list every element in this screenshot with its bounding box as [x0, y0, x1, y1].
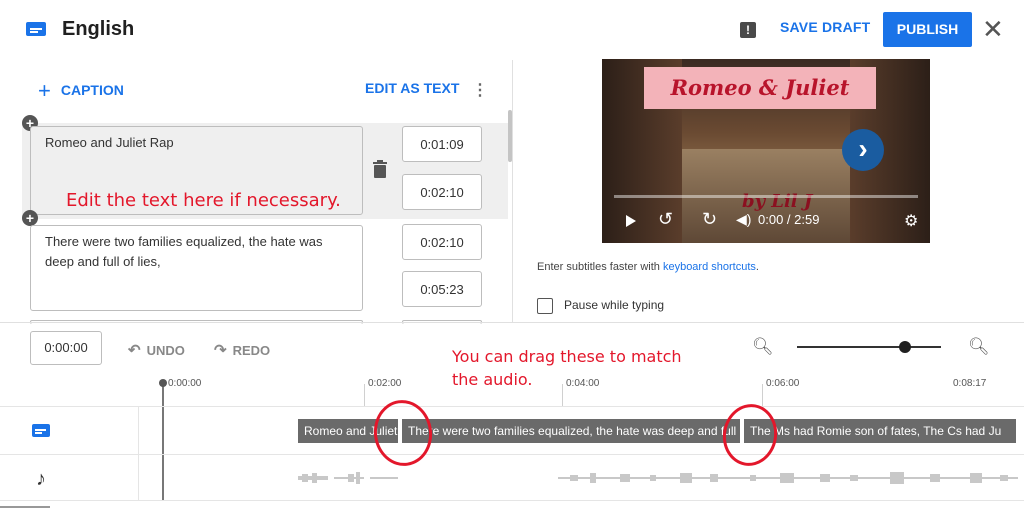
caption-segment[interactable]: The Ms had Romie son of fates, The Cs ha…: [744, 419, 1016, 443]
zoom-out-icon[interactable]: 🔍︎: [752, 337, 774, 357]
next-arrow-icon: ›: [842, 129, 884, 171]
zoom-slider-track[interactable]: [797, 346, 941, 348]
ruler-label: 0:04:00: [566, 378, 600, 389]
timeline-divider: [0, 322, 1024, 323]
ruler-label: 0:00:00: [168, 378, 202, 389]
current-time-input[interactable]: 0:00:00: [30, 331, 102, 365]
close-icon[interactable]: ✕: [982, 14, 1004, 44]
fast-forward-icon[interactable]: ↻: [702, 209, 717, 230]
feedback-icon[interactable]: !: [740, 22, 756, 38]
caption-text-field[interactable]: There were two families equalized, the h…: [30, 225, 363, 311]
video-title-card: Romeo & Juliet: [644, 67, 876, 109]
redo-button[interactable]: ↷ REDO: [214, 341, 270, 359]
ruler-tick: [562, 384, 563, 406]
scroll-indicator: [0, 506, 50, 508]
add-caption-button[interactable]: + CAPTION: [38, 78, 124, 104]
gear-icon[interactable]: ⚙: [904, 211, 918, 231]
more-options-icon[interactable]: ⋮: [472, 80, 488, 100]
playhead-handle[interactable]: [159, 379, 167, 387]
volume-icon[interactable]: ◀): [736, 211, 751, 228]
subtitles-icon: [26, 22, 46, 36]
ruler-tick: [364, 384, 365, 406]
publish-button[interactable]: PUBLISH: [883, 12, 972, 47]
trash-icon[interactable]: [373, 160, 387, 178]
insert-caption-icon[interactable]: +: [22, 210, 38, 226]
redo-icon: ↷: [214, 342, 227, 359]
video-progress-bar[interactable]: [614, 195, 918, 198]
play-icon[interactable]: [626, 215, 636, 227]
pause-while-typing-checkbox[interactable]: [537, 298, 553, 314]
undo-button[interactable]: ↶ UNDO: [128, 341, 185, 359]
zoom-in-icon[interactable]: 🔍︎: [968, 337, 990, 357]
playhead[interactable]: [162, 383, 164, 501]
video-player[interactable]: Romeo & Juliet › by Lil J ↺ ↻ ◀) 0:00 / …: [602, 59, 930, 243]
shortcut-hint: Enter subtitles faster with keyboard sho…: [537, 261, 759, 273]
keyboard-shortcuts-link[interactable]: keyboard shortcuts: [663, 261, 756, 273]
pause-while-typing-label: Pause while typing: [564, 298, 665, 312]
ruler-label: 0:02:00: [368, 378, 402, 389]
ruler-label: 0:06:00: [766, 378, 800, 389]
plus-icon: +: [38, 78, 51, 103]
ruler-tick: [762, 384, 763, 406]
drag-hint-line-1: You can drag these to match: [452, 347, 682, 366]
ruler-label: 0:08:17: [953, 378, 987, 389]
edit-as-text-button[interactable]: EDIT AS TEXT: [365, 80, 459, 96]
add-caption-label: CAPTION: [60, 82, 124, 98]
shortcut-hint-text: Enter subtitles faster with: [537, 261, 663, 273]
subtitles-track-icon: [32, 424, 50, 437]
caption-start-time[interactable]: 0:01:09: [402, 126, 482, 162]
caption-end-time[interactable]: 0:02:10: [402, 174, 482, 210]
caption-segment[interactable]: There were two families equalized, the h…: [402, 419, 741, 443]
page-title: English: [62, 18, 135, 40]
video-time: 0:00 / 2:59: [758, 212, 820, 227]
undo-label: UNDO: [146, 343, 185, 358]
save-draft-button[interactable]: SAVE DRAFT: [780, 19, 870, 35]
redo-label: REDO: [232, 343, 271, 358]
rewind-icon[interactable]: ↺: [658, 209, 673, 230]
undo-icon: ↶: [128, 342, 141, 359]
track-divider: [0, 454, 1024, 455]
track-header-divider: [138, 406, 139, 500]
shortcut-hint-suffix: .: [755, 261, 759, 273]
audio-waveform: [298, 472, 1018, 484]
music-note-icon: ♪: [36, 468, 46, 490]
caption-start-time[interactable]: 0:02:10: [402, 224, 482, 260]
panel-divider: [512, 60, 513, 322]
track-divider: [0, 500, 1024, 501]
annotation-circle: [369, 396, 437, 470]
caption-end-time[interactable]: 0:05:23: [402, 271, 482, 307]
zoom-slider-thumb[interactable]: [899, 341, 911, 353]
annotation-circle: [718, 399, 782, 471]
track-divider: [0, 406, 1024, 407]
edit-hint-annotation: Edit the text here if necessary.: [66, 190, 341, 211]
